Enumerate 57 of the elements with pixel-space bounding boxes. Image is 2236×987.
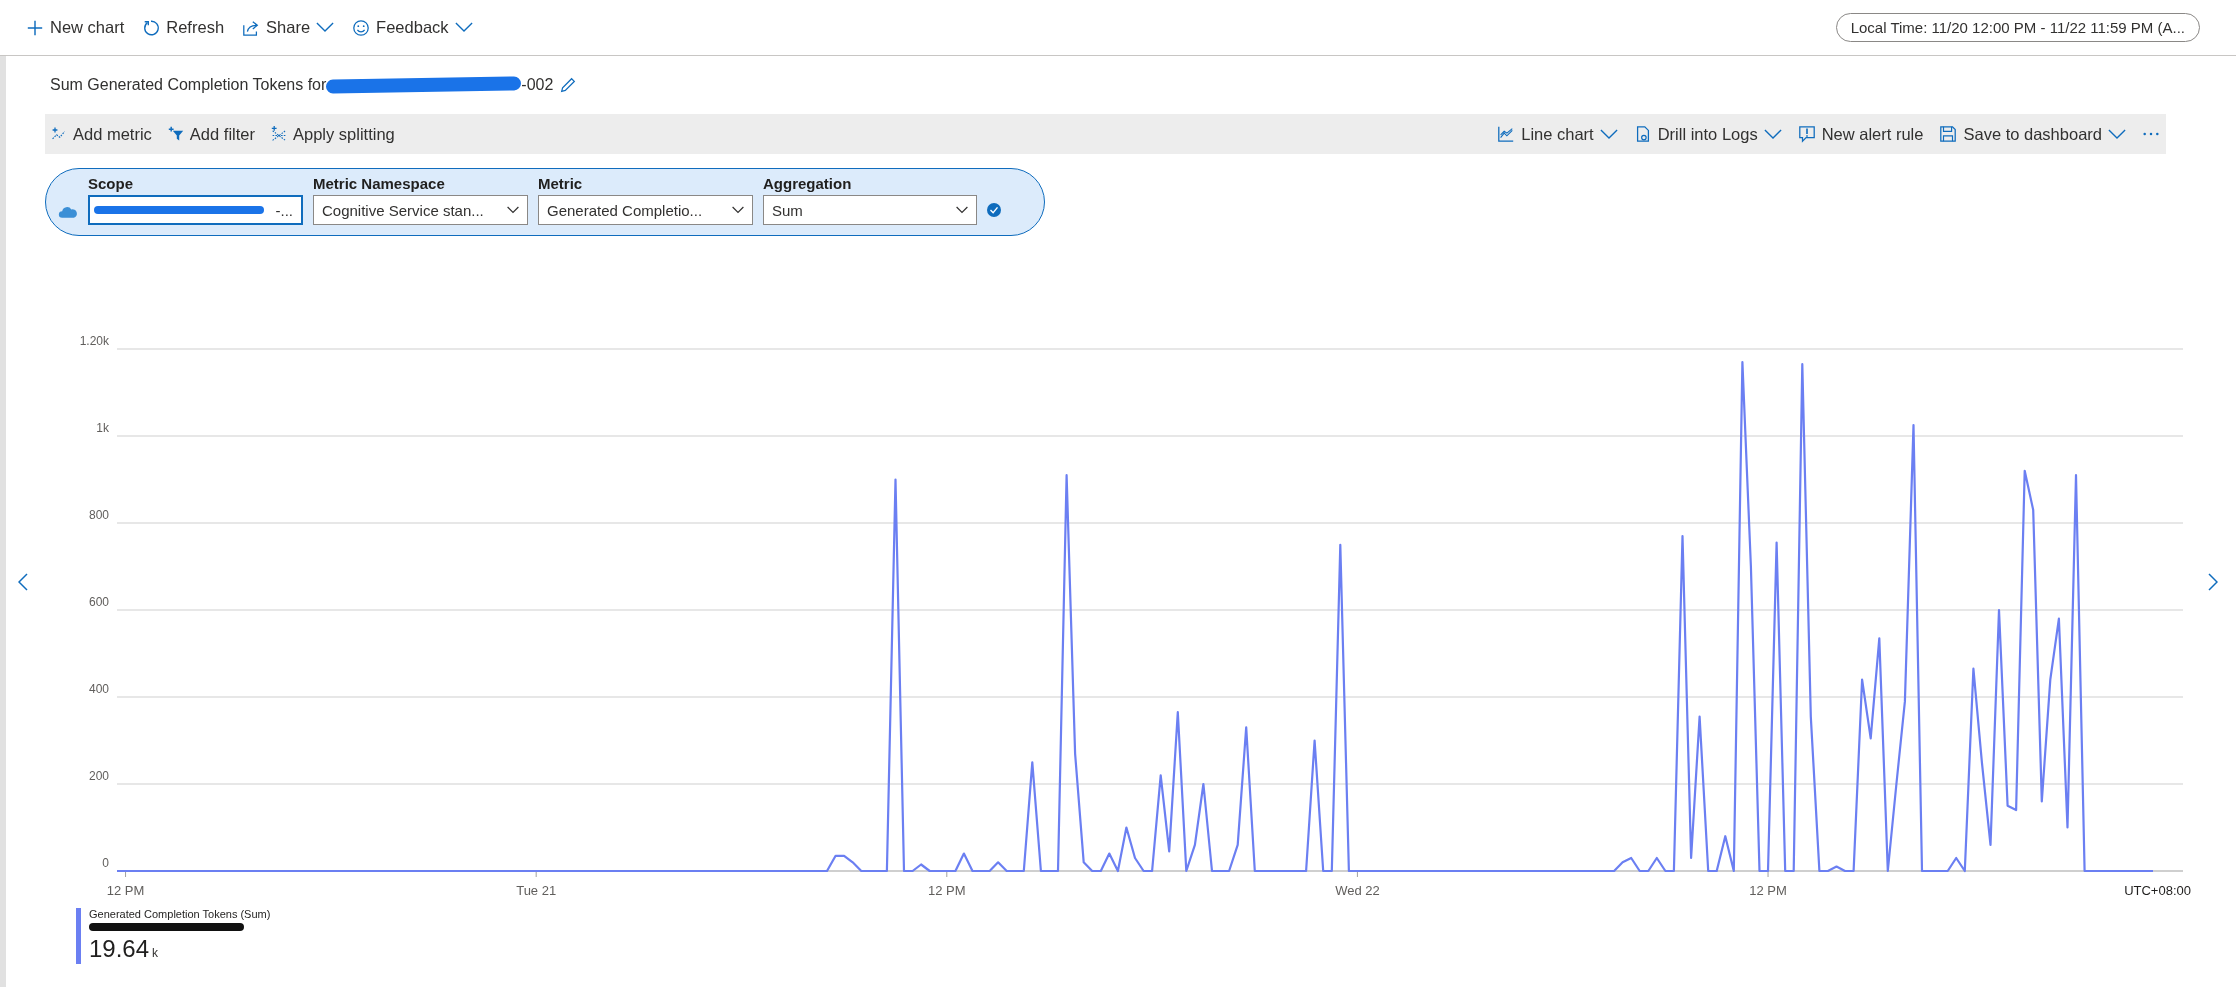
refresh-icon xyxy=(142,18,161,37)
dropdown-field[interactable]: Generated Completio... xyxy=(538,195,753,225)
chevron-right-icon[interactable] xyxy=(2208,573,2218,591)
chart-title: Sum Generated Completion Tokens for xyxy=(50,76,327,94)
command-button[interactable]: Line chart xyxy=(1497,124,1618,144)
y-axis-label: 1k xyxy=(96,421,109,435)
y-axis-label: 600 xyxy=(88,595,109,609)
toolbar-button[interactable]: Feedback xyxy=(352,18,473,37)
chart-title-suffix: -002 xyxy=(521,76,554,94)
chevron-down-icon xyxy=(956,206,968,214)
command-button[interactable]: Drill into Logs xyxy=(1633,124,1782,144)
y-axis-label: 800 xyxy=(88,508,109,522)
chevron-down-icon xyxy=(732,206,744,214)
x-axis-label: Tue 21 xyxy=(516,883,557,898)
field-label: Metric xyxy=(538,175,584,192)
command-button[interactable]: Save to dashboard xyxy=(1939,124,2126,144)
toolbar-button[interactable]: New chart xyxy=(26,18,125,37)
field-label: Aggregation xyxy=(763,175,853,192)
save-icon xyxy=(1939,125,1958,143)
y-axis-label: 1.20k xyxy=(79,334,109,348)
sparkle-line-icon xyxy=(51,126,67,142)
legend-unit: k xyxy=(152,946,159,960)
toolbar-button[interactable]: Share xyxy=(242,18,335,37)
plus-icon xyxy=(26,18,44,37)
smiley-icon xyxy=(352,18,371,37)
x-axis-label: 12 PM xyxy=(928,883,966,898)
share-icon xyxy=(242,18,261,37)
command-button[interactable]: New alert rule xyxy=(1797,124,1924,144)
dropdown-field[interactable]: Sum xyxy=(763,195,977,225)
x-axis-label: 12 PM xyxy=(106,883,145,898)
filter-icon xyxy=(167,126,184,142)
legend-name: Generated Completion Tokens (Sum) xyxy=(89,908,271,920)
command-button[interactable]: Add metric xyxy=(51,124,152,144)
y-axis-label: 200 xyxy=(88,769,109,783)
legend-value: 19.64 xyxy=(89,935,150,962)
splitting-icon xyxy=(271,126,287,142)
input-field[interactable]: -... xyxy=(88,195,303,225)
line-chart-icon xyxy=(1497,125,1516,143)
command-button[interactable]: Apply splitting xyxy=(271,124,395,144)
cloud-icon xyxy=(58,205,78,219)
legend-color-bar xyxy=(76,908,81,964)
toolbar-button[interactable]: Refresh xyxy=(142,18,225,37)
field-label: Scope xyxy=(88,175,134,192)
y-axis-label: 400 xyxy=(88,682,109,696)
x-axis-label: 12 PM xyxy=(1749,883,1787,898)
x-axis-label: Wed 22 xyxy=(1335,883,1380,898)
dropdown-field[interactable]: Cognitive Service stan... xyxy=(313,195,528,225)
check-circle-icon[interactable] xyxy=(987,203,1001,217)
timezone-label: UTC+08:00 xyxy=(2124,883,2191,898)
chevron-down-icon xyxy=(507,206,519,214)
chevron-left-icon[interactable] xyxy=(18,573,28,591)
y-axis-label: 0 xyxy=(102,856,109,870)
alert-bubble-icon xyxy=(1797,125,1816,143)
field-label: Metric Namespace xyxy=(313,175,446,192)
more-icon[interactable] xyxy=(2142,131,2160,137)
command-button[interactable]: Add filter xyxy=(167,124,255,144)
pencil-icon[interactable] xyxy=(559,76,578,94)
